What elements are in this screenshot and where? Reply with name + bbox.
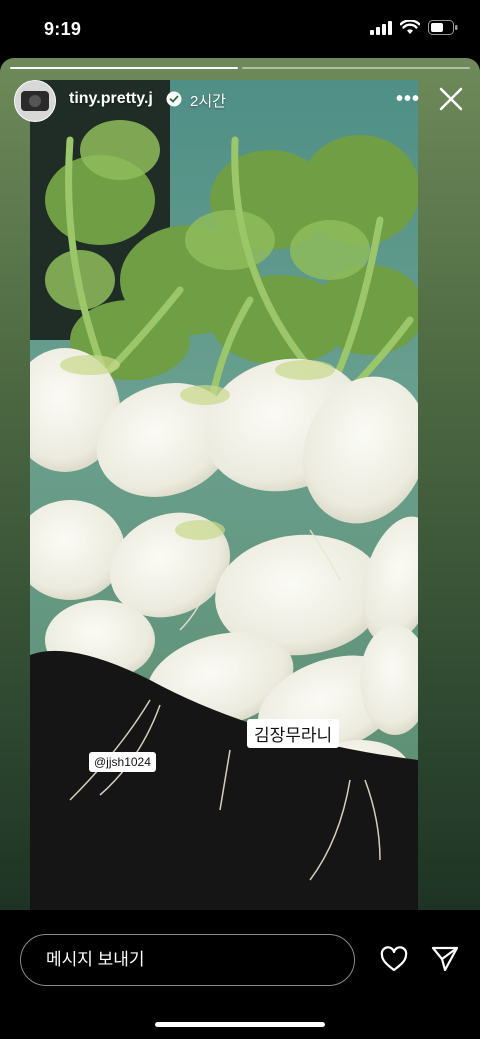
wifi-icon [400, 20, 420, 34]
verified-badge-icon [166, 91, 182, 107]
status-bar: 9:19 [0, 0, 480, 58]
story-header: tiny.pretty.j 2시간 ••• [14, 80, 466, 122]
cellular-signal-icon [370, 20, 392, 35]
progress-segment [10, 67, 238, 69]
send-message-input[interactable]: 메시지 보내기 [20, 934, 355, 986]
story-username[interactable]: tiny.pretty.j [69, 90, 153, 108]
story-progress [10, 67, 470, 69]
story-footer: 메시지 보내기 [0, 910, 480, 1039]
user-avatar[interactable] [14, 80, 56, 122]
status-icons [370, 20, 458, 35]
caption-sticker: 김장무라니 [247, 719, 340, 748]
heart-icon[interactable] [379, 945, 409, 973]
battery-icon [428, 20, 458, 35]
close-icon[interactable] [436, 84, 466, 114]
send-icon[interactable] [430, 945, 460, 973]
more-options-icon[interactable]: ••• [396, 88, 420, 111]
story-viewer[interactable]: tiny.pretty.j 2시간 ••• @jjsh1024 김장무라니 [0, 58, 480, 910]
home-indicator [155, 1022, 325, 1027]
story-photo [30, 80, 418, 910]
story-time-ago: 2시간 [190, 93, 226, 110]
status-time: 9:19 [44, 19, 82, 39]
progress-segment [242, 67, 470, 69]
mention-sticker[interactable]: @jjsh1024 [89, 752, 156, 772]
